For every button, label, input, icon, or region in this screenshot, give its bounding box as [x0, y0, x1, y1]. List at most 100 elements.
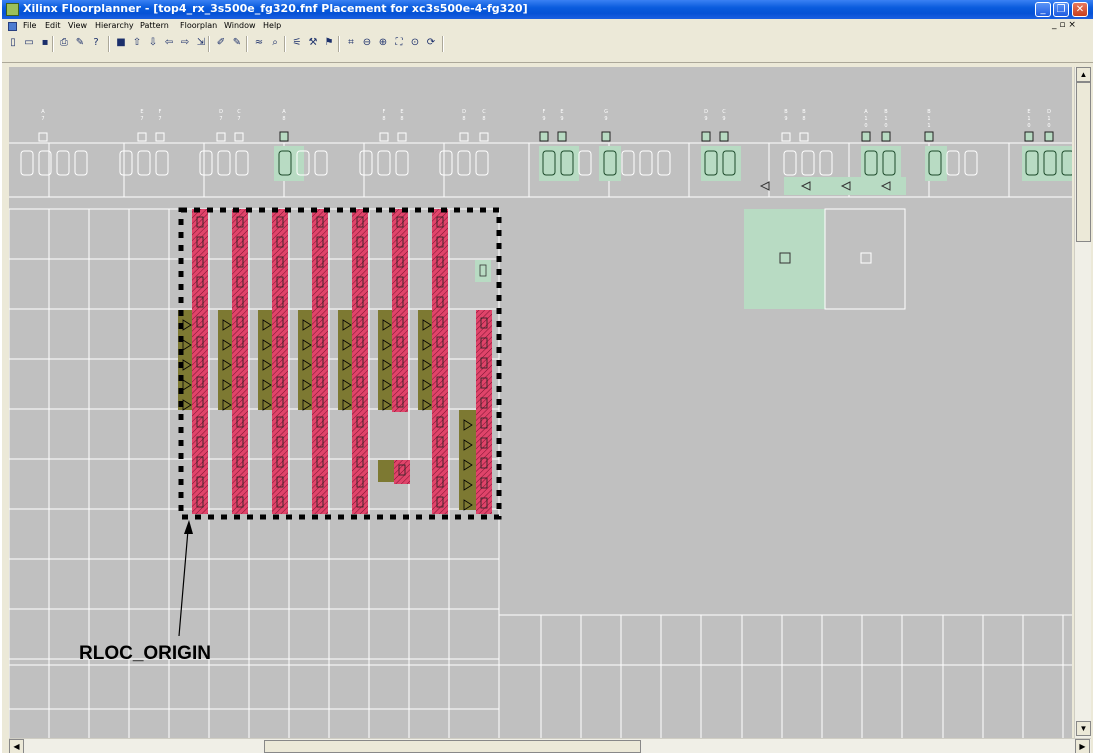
- tools-icon[interactable]: ✎: [73, 36, 87, 50]
- carry-chain-column: [192, 209, 208, 514]
- scroll-left-arrow-icon[interactable]: ◀: [9, 739, 24, 753]
- pin-label: 9: [542, 116, 545, 122]
- mdi-controls[interactable]: _ ▫ ×: [1052, 20, 1076, 30]
- pin-label: 0: [1027, 123, 1030, 129]
- carry-chain-column: [352, 209, 368, 514]
- minimize-button[interactable]: _: [1035, 2, 1051, 17]
- pin-label: 1: [927, 123, 930, 129]
- pin-label: A: [41, 109, 45, 115]
- route-icon[interactable]: ⚟: [290, 36, 304, 50]
- toolbar-separator: [208, 36, 210, 52]
- placed-pad: [701, 131, 711, 142]
- placed-slice: [475, 260, 491, 282]
- flipflop-cell: [378, 460, 395, 482]
- zoom-fit-icon[interactable]: ⌗: [344, 36, 358, 50]
- scroll-right-arrow-icon[interactable]: ▶: [1075, 739, 1090, 753]
- menu-help[interactable]: Help: [263, 21, 281, 30]
- pin-label: 9: [604, 116, 607, 122]
- pin-label: E: [400, 109, 403, 115]
- placed-pad: [601, 131, 611, 142]
- pin-label: 1: [1027, 116, 1030, 122]
- horizontal-scroll-thumb[interactable]: [264, 740, 641, 753]
- placed-pad: [557, 131, 567, 142]
- pin-label: 7: [237, 116, 240, 122]
- pin-label: 0: [884, 123, 887, 129]
- placed-pad: [924, 131, 934, 142]
- pin-icon[interactable]: ✐: [214, 36, 228, 50]
- placed-pad: [719, 131, 729, 142]
- menu-edit[interactable]: Edit: [45, 21, 61, 30]
- zoom-out-icon[interactable]: ⊖: [360, 36, 374, 50]
- toolbar-separator: [284, 36, 286, 52]
- maximize-button[interactable]: ❐: [1053, 2, 1069, 17]
- pin-label: A: [864, 109, 868, 115]
- edit-icon[interactable]: ⚒: [306, 36, 320, 50]
- new-icon[interactable]: ▯: [6, 36, 20, 50]
- floorplanner-window: Xilinx Floorplanner - [top4_rx_3s500e_fg…: [2, 0, 1093, 753]
- pin-label: 0: [1047, 123, 1050, 129]
- print-icon[interactable]: ⎙: [57, 36, 71, 50]
- pin-label: 0: [864, 123, 867, 129]
- zoom-select-icon[interactable]: ⊙: [408, 36, 422, 50]
- menu-hierarchy[interactable]: Hierarchy: [95, 21, 134, 30]
- menu-view[interactable]: View: [68, 21, 87, 30]
- pin-label: D: [219, 109, 223, 115]
- hierarchy-right-icon[interactable]: ⇨: [178, 36, 192, 50]
- pin-label: 1: [864, 116, 867, 122]
- vertical-scroll-thumb[interactable]: [1076, 82, 1091, 242]
- menu-bar: File Edit View Hierarchy Pattern Floorpl…: [2, 19, 1093, 33]
- scroll-down-arrow-icon[interactable]: ▼: [1076, 721, 1091, 736]
- open-icon[interactable]: ▭: [22, 36, 36, 50]
- pin-label: 7: [41, 116, 44, 122]
- refresh-icon[interactable]: ⟳: [424, 36, 438, 50]
- zoom-in-icon[interactable]: ⊕: [376, 36, 390, 50]
- placed-pad: [279, 131, 289, 142]
- pin-label: A: [282, 109, 286, 115]
- menu-pattern[interactable]: Pattern: [140, 21, 169, 30]
- toolbar-separator: [246, 36, 248, 52]
- app-icon: [6, 3, 19, 16]
- help-cursor-icon[interactable]: ?: [89, 36, 103, 50]
- pin-label: 8: [482, 116, 485, 122]
- hierarchy-expand-icon[interactable]: ⇲: [194, 36, 208, 50]
- flipflop-column: [459, 410, 476, 510]
- save-icon[interactable]: ▪: [38, 36, 52, 50]
- find-icon[interactable]: ⌕: [268, 36, 282, 50]
- pin-label: F: [159, 109, 162, 115]
- block-icon[interactable]: ■: [114, 36, 128, 50]
- carry-chain-column: [272, 209, 288, 514]
- pin-label: D: [704, 109, 708, 115]
- pin-label: D: [462, 109, 466, 115]
- hierarchy-down-icon[interactable]: ⇩: [146, 36, 160, 50]
- pin-label: 9: [704, 116, 707, 122]
- menu-file[interactable]: File: [23, 21, 36, 30]
- pin-label: 8: [282, 116, 285, 122]
- pin-label: F: [383, 109, 386, 115]
- placed-pad: [1024, 131, 1034, 142]
- pin-alt-icon[interactable]: ✎: [230, 36, 244, 50]
- filter-icon[interactable]: ≈: [252, 36, 266, 50]
- flag-icon[interactable]: ⚑: [322, 36, 336, 50]
- floorplan-canvas[interactable]: A7E7F7D7C7A8F8E8D8C8F9E9G9D9C9B9B8A10B10…: [9, 67, 1072, 738]
- toolbar-separator: [52, 36, 54, 52]
- horizontal-scrollbar[interactable]: ◀ ▶: [9, 738, 1091, 753]
- menu-floorplan[interactable]: Floorplan: [180, 21, 217, 30]
- title-bar[interactable]: Xilinx Floorplanner - [top4_rx_3s500e_fg…: [2, 0, 1093, 19]
- scroll-up-arrow-icon[interactable]: ▲: [1076, 67, 1091, 82]
- hierarchy-up-icon[interactable]: ⇧: [130, 36, 144, 50]
- close-button[interactable]: ✕: [1072, 2, 1088, 17]
- carry-chain-cell: [394, 460, 410, 484]
- carry-chain-column: [432, 209, 448, 514]
- vertical-scrollbar[interactable]: ▲ ▼: [1074, 67, 1091, 738]
- pin-label: B: [802, 109, 806, 115]
- hierarchy-left-icon[interactable]: ⇦: [162, 36, 176, 50]
- menu-window[interactable]: Window: [224, 21, 256, 30]
- pin-label: 8: [400, 116, 403, 122]
- pin-label: C: [482, 109, 486, 115]
- rloc-origin-label: RLOC_ORIGIN: [79, 643, 211, 664]
- carry-chain-column: [476, 310, 492, 514]
- zoom-full-icon[interactable]: ⛶: [392, 36, 406, 50]
- pin-label: B: [927, 109, 931, 115]
- placed-block: [744, 209, 825, 309]
- pin-label: 8: [802, 116, 805, 122]
